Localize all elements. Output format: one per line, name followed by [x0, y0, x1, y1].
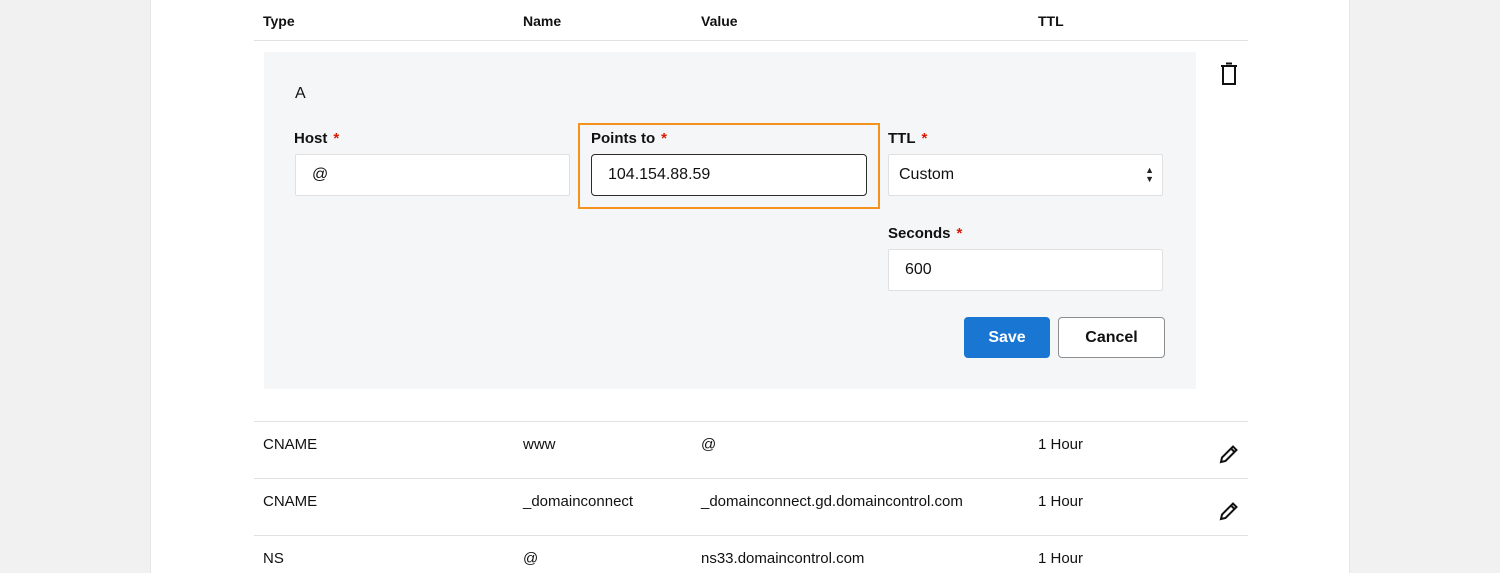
edit-record-button[interactable]	[1216, 441, 1242, 467]
pencil-icon	[1219, 445, 1238, 464]
record-type-label: A	[295, 85, 306, 102]
points-to-label: Points to *	[591, 130, 668, 147]
ttl-label: TTL *	[888, 130, 928, 147]
row-type: NS	[263, 550, 284, 567]
row-divider	[254, 478, 1248, 479]
save-button[interactable]: Save	[964, 317, 1050, 358]
host-label: Host *	[294, 130, 340, 147]
header-divider	[254, 40, 1248, 41]
column-header-name: Name	[523, 13, 562, 29]
seconds-input[interactable]	[888, 249, 1163, 291]
row-name: _domainconnect	[523, 493, 634, 510]
ttl-select[interactable]: Custom ▲ ▼	[888, 154, 1163, 196]
column-header-type: Type	[263, 13, 295, 29]
cancel-button[interactable]: Cancel	[1058, 317, 1165, 358]
row-type: CNAME	[263, 436, 318, 453]
ttl-selected-value: Custom	[899, 166, 955, 183]
row-ttl: 1 Hour	[1038, 436, 1084, 453]
trash-icon	[1221, 62, 1237, 85]
row-divider	[254, 421, 1248, 422]
host-input[interactable]	[295, 154, 570, 196]
row-type: CNAME	[263, 493, 318, 510]
required-asterisk: *	[333, 130, 340, 147]
points-to-input[interactable]	[591, 154, 867, 196]
required-asterisk: *	[956, 225, 963, 242]
pencil-icon	[1219, 502, 1238, 521]
seconds-label: Seconds *	[888, 225, 963, 242]
row-value: @	[701, 436, 717, 453]
delete-record-button[interactable]	[1216, 61, 1242, 87]
required-asterisk: *	[661, 130, 668, 147]
row-ttl: 1 Hour	[1038, 493, 1084, 510]
row-ttl: 1 Hour	[1038, 550, 1084, 567]
row-name: www	[523, 436, 556, 453]
select-arrows-icon: ▲ ▼	[1145, 165, 1154, 184]
edit-record-button[interactable]	[1216, 498, 1242, 524]
column-header-value: Value	[701, 13, 738, 29]
row-value: ns33.domaincontrol.com	[701, 550, 865, 567]
row-value: _domainconnect.gd.domaincontrol.com	[701, 493, 963, 510]
row-name: @	[523, 550, 539, 567]
column-header-ttl: TTL	[1038, 13, 1064, 29]
record-edit-panel	[264, 52, 1196, 389]
row-divider	[254, 535, 1248, 536]
required-asterisk: *	[921, 130, 928, 147]
